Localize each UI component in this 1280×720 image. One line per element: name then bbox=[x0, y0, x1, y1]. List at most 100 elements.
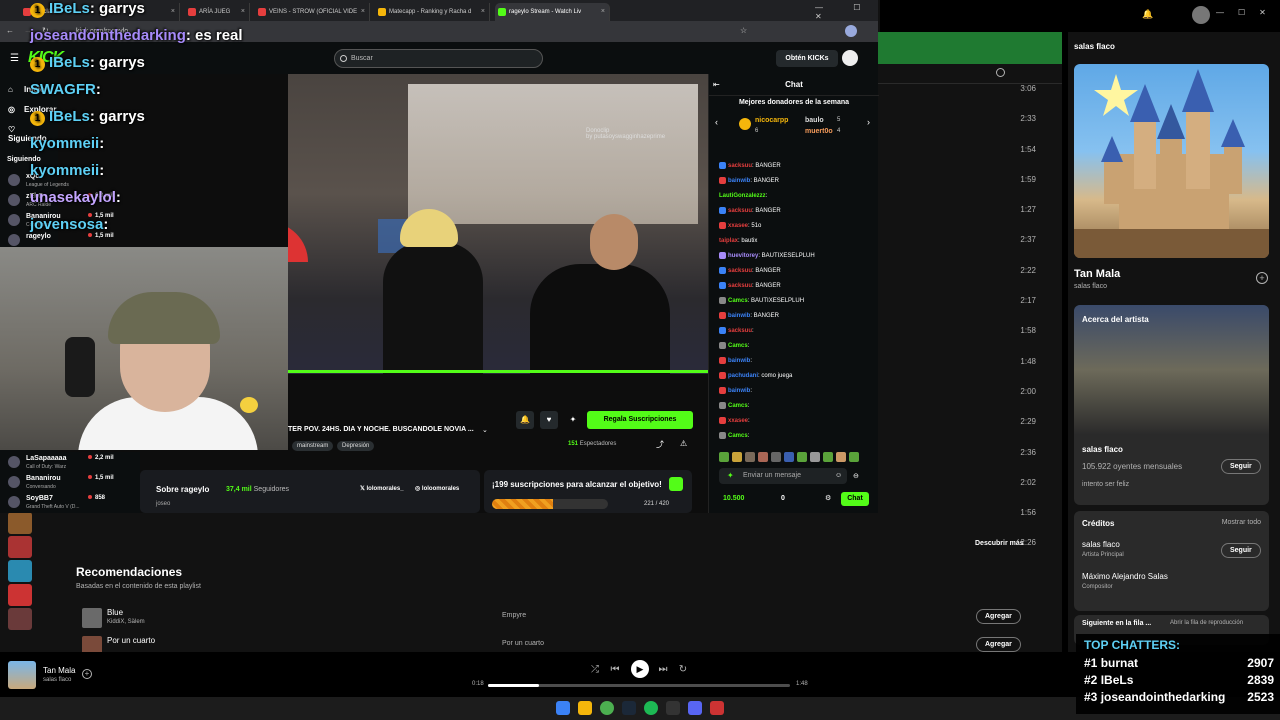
chat-message[interactable]: Camcs: bbox=[719, 399, 877, 414]
playback-progress-bar[interactable] bbox=[488, 684, 790, 687]
chat-username[interactable]: bainwib bbox=[728, 178, 750, 184]
donor-name[interactable]: muert0o bbox=[805, 128, 833, 135]
chat-message[interactable]: sacksuu: BANGER bbox=[719, 264, 877, 279]
chat-username[interactable]: taiplax bbox=[719, 238, 738, 244]
track-album[interactable]: Por un cuarto bbox=[502, 640, 544, 647]
add-track-button[interactable]: Agregar bbox=[976, 609, 1021, 624]
sparkle-icon[interactable]: ✦ bbox=[727, 471, 734, 480]
chat-message[interactable]: pachudani: como juega bbox=[719, 369, 877, 384]
profile-icon[interactable] bbox=[845, 25, 857, 37]
player-track-artist[interactable]: salas flaco bbox=[43, 677, 71, 683]
report-warning-icon[interactable]: ⚠ bbox=[680, 439, 687, 448]
instagram-link[interactable]: ◎ loloomorales bbox=[415, 485, 459, 492]
get-kicks-button[interactable]: Obtén KICKs bbox=[776, 50, 838, 67]
chat-username[interactable]: Camcs bbox=[728, 403, 748, 409]
shuffle-icon[interactable]: ⤮ bbox=[588, 663, 602, 677]
emote-icon[interactable] bbox=[823, 452, 833, 462]
share-icon[interactable]: ⤴ bbox=[656, 439, 664, 450]
chat-message[interactable]: LautiGonzalezzz: bbox=[719, 189, 877, 204]
emote-icon[interactable] bbox=[849, 452, 859, 462]
chat-username[interactable]: bainwib bbox=[728, 358, 750, 364]
follow-heart-button[interactable]: ♥ bbox=[540, 411, 558, 429]
hamburger-menu-icon[interactable]: ☰ bbox=[10, 53, 19, 64]
emote-icon[interactable] bbox=[836, 452, 846, 462]
play-button[interactable]: ▶ bbox=[631, 660, 649, 678]
gift-icon[interactable] bbox=[669, 477, 683, 491]
collapse-chat-icon[interactable]: ⇤ bbox=[713, 80, 720, 89]
chat-message[interactable]: huevitorey: BAUTIXESELPLUH bbox=[719, 249, 877, 264]
chat-message[interactable]: xxasee: 51o bbox=[719, 219, 877, 234]
track-name[interactable]: Por un cuarto bbox=[107, 636, 155, 645]
emote-icon[interactable] bbox=[732, 452, 742, 462]
chevron-right-icon[interactable]: › bbox=[867, 117, 870, 127]
chat-message[interactable]: Camcs: BAUTIXESELPLUH bbox=[719, 294, 877, 309]
chat-message[interactable]: taiplax: bautix bbox=[719, 234, 877, 249]
chat-username[interactable]: Camcs bbox=[728, 298, 748, 304]
bell-icon[interactable]: 🔔 bbox=[1142, 9, 1153, 20]
spotify-icon[interactable] bbox=[644, 701, 658, 715]
browser-tab[interactable]: rageylo Stream - Watch Liv × bbox=[495, 3, 610, 21]
chrome-icon[interactable] bbox=[600, 701, 614, 715]
emote-icon[interactable] bbox=[719, 452, 729, 462]
next-icon[interactable]: ⏭ bbox=[656, 663, 670, 677]
credits-show-all-link[interactable]: Mostrar todo bbox=[1222, 519, 1261, 526]
user-avatar[interactable] bbox=[1192, 6, 1210, 24]
emote-icon[interactable] bbox=[745, 452, 755, 462]
chat-username[interactable]: huevitorey bbox=[728, 253, 758, 259]
chat-username[interactable]: Camcs bbox=[728, 343, 748, 349]
emote-picker-icon[interactable]: ☺ bbox=[835, 472, 842, 479]
back-icon[interactable]: ← bbox=[6, 26, 14, 35]
player-thumbnail[interactable] bbox=[8, 661, 36, 689]
add-track-button[interactable]: Agregar bbox=[976, 637, 1021, 652]
chat-username[interactable]: pachudani bbox=[728, 373, 758, 379]
emote-icon[interactable] bbox=[810, 452, 820, 462]
track-artist[interactable]: KiddiX, Sälem bbox=[107, 619, 145, 625]
add-to-playlist-icon[interactable]: + bbox=[1256, 272, 1268, 284]
stream-video-player[interactable]: Donoclip by putasoyswagginhazeprime ⚙ bbox=[288, 74, 708, 374]
player-track-title[interactable]: Tan Mala bbox=[43, 666, 75, 675]
chat-username[interactable]: sacksuu bbox=[728, 268, 752, 274]
notification-bell-button[interactable]: 🔔 bbox=[516, 411, 534, 429]
chat-options-icon[interactable]: ⊖ bbox=[853, 472, 859, 480]
emote-icon[interactable] bbox=[758, 452, 768, 462]
stream-tag[interactable]: mainstream bbox=[292, 441, 334, 451]
browser-window-controls[interactable]: — ☐ ✕ bbox=[815, 3, 878, 21]
chat-message[interactable]: bainwib: bbox=[719, 354, 877, 369]
credit-artist-name[interactable]: salas flaco bbox=[1082, 540, 1120, 549]
donor-name[interactable]: baulo bbox=[805, 117, 824, 124]
track-album[interactable]: Empyre bbox=[502, 612, 526, 619]
x-social-link[interactable]: 𝕏 lolomorales_ bbox=[360, 485, 404, 492]
track-name[interactable]: Blue bbox=[107, 608, 123, 617]
spotify-window-controls[interactable]: —☐✕ bbox=[1216, 8, 1280, 17]
followed-channel[interactable]: Bananirou Conversando 1,5 mil bbox=[8, 474, 120, 494]
file-explorer-icon[interactable] bbox=[578, 701, 592, 715]
discover-more-link[interactable]: Descubrir más bbox=[975, 540, 1024, 547]
steam-icon[interactable] bbox=[622, 701, 636, 715]
emote-icon[interactable] bbox=[784, 452, 794, 462]
chat-username[interactable]: xxasee bbox=[728, 223, 748, 229]
about-artist-card[interactable]: Acerca del artista salas flaco 105.922 o… bbox=[1074, 305, 1269, 505]
chat-message[interactable]: Camcs: bbox=[719, 429, 877, 444]
chat-message[interactable]: bainwib: BANGER bbox=[719, 174, 877, 189]
followed-channel[interactable]: SoyBB7 Grand Theft Auto V (D... 858 bbox=[8, 494, 120, 514]
search-input[interactable]: Buscar bbox=[334, 49, 543, 68]
library-item[interactable] bbox=[8, 608, 32, 630]
video-live-bar[interactable] bbox=[288, 370, 708, 373]
chat-username[interactable]: bainwib bbox=[728, 388, 750, 394]
discord-icon[interactable] bbox=[688, 701, 702, 715]
top-donor-name[interactable]: nicocarpp bbox=[755, 117, 788, 124]
chat-message-input[interactable]: Enviar un mensaje bbox=[719, 468, 847, 484]
library-item[interactable] bbox=[8, 584, 32, 606]
gift-subscriptions-button[interactable]: Regala Suscripciones bbox=[587, 411, 693, 429]
close-icon[interactable]: × bbox=[481, 3, 485, 21]
library-item[interactable] bbox=[8, 512, 32, 534]
chat-message[interactable]: bainwib: BANGER bbox=[719, 309, 877, 324]
library-item[interactable] bbox=[8, 560, 32, 582]
recommendation-row[interactable]: Blue KiddiX, Sälem Empyre Agregar bbox=[76, 606, 1026, 630]
chat-username[interactable]: sacksuu bbox=[728, 163, 752, 169]
close-icon[interactable]: × bbox=[601, 3, 605, 21]
app-icon[interactable] bbox=[710, 701, 724, 715]
chat-message[interactable]: xxasee: bbox=[719, 414, 877, 429]
kick-user-avatar[interactable] bbox=[842, 50, 858, 66]
chat-username[interactable]: xxasee bbox=[728, 418, 748, 424]
